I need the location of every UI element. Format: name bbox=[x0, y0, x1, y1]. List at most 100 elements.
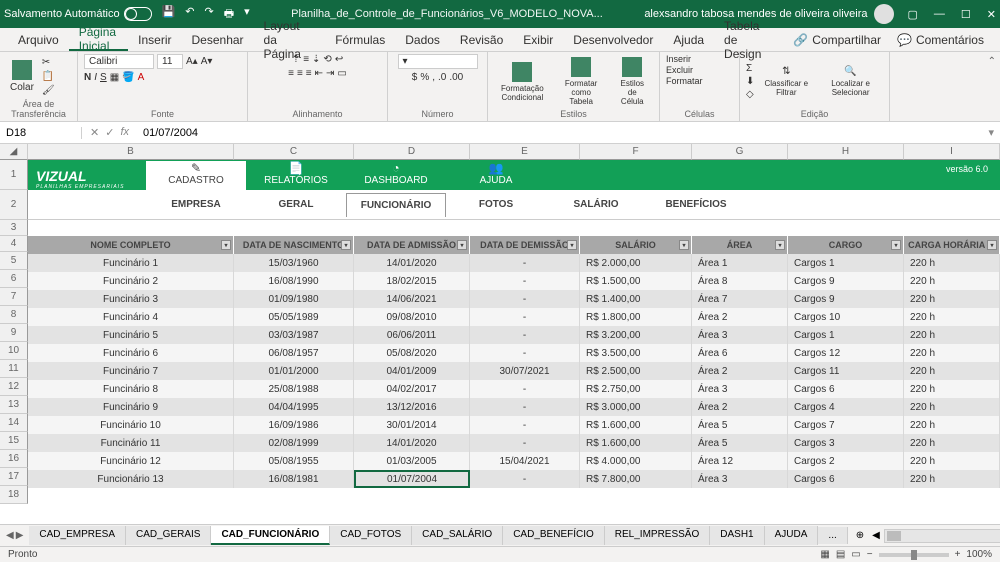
underline-icon[interactable]: S bbox=[100, 72, 107, 83]
cell-adm[interactable]: 01/03/2005 bbox=[354, 452, 470, 470]
table-row[interactable]: Funcinário 1016/09/198630/01/2014-R$ 1.6… bbox=[28, 416, 1000, 434]
cell-dem[interactable]: 30/07/2021 bbox=[470, 362, 580, 380]
cell-nome[interactable]: Funcinário 7 bbox=[28, 362, 234, 380]
table-row[interactable]: Funcinário 1205/08/195501/03/200515/04/2… bbox=[28, 452, 1000, 470]
wrap-text-icon[interactable]: ↩ bbox=[335, 54, 343, 65]
cell-dem[interactable]: - bbox=[470, 434, 580, 452]
ribbon-tab-exibir[interactable]: Exibir bbox=[513, 28, 563, 51]
cell-carga[interactable]: 220 h bbox=[904, 254, 1000, 272]
cell-nasc[interactable]: 05/08/1955 bbox=[234, 452, 354, 470]
cell-area[interactable]: Área 5 bbox=[692, 416, 788, 434]
cell-dem[interactable]: - bbox=[470, 344, 580, 362]
cell-nome[interactable]: Funcinário 1 bbox=[28, 254, 234, 272]
cell-carga[interactable]: 220 h bbox=[904, 326, 1000, 344]
cell-area[interactable]: Área 8 bbox=[692, 272, 788, 290]
cell-dem[interactable]: - bbox=[470, 470, 580, 488]
cell-adm[interactable]: 04/02/2017 bbox=[354, 380, 470, 398]
sheet-tab-cad_salário[interactable]: CAD_SALÁRIO bbox=[412, 526, 503, 545]
cells-delete-button[interactable]: Excluir bbox=[666, 65, 693, 75]
font-size-combo[interactable]: 11 bbox=[157, 54, 183, 69]
number-format-combo[interactable]: ▾ bbox=[398, 54, 478, 69]
align-bot-icon[interactable]: ⇣ bbox=[312, 54, 320, 65]
row-header-12[interactable]: 12 bbox=[0, 378, 28, 396]
cell-cargo[interactable]: Cargos 12 bbox=[788, 344, 904, 362]
cell-adm[interactable]: 18/02/2015 bbox=[354, 272, 470, 290]
table-row[interactable]: Funcinário 825/08/198804/02/2017-R$ 2.75… bbox=[28, 380, 1000, 398]
cond-format-button[interactable]: Formatação Condicional bbox=[494, 60, 551, 104]
autosave-toggle[interactable] bbox=[124, 7, 152, 21]
cell-cargo[interactable]: Cargos 9 bbox=[788, 290, 904, 308]
table-row[interactable]: Funcinário 405/05/198909/08/2010-R$ 1.80… bbox=[28, 308, 1000, 326]
cell-area[interactable]: Área 7 bbox=[692, 290, 788, 308]
row-header-15[interactable]: 15 bbox=[0, 432, 28, 450]
nav-tab-ajuda[interactable]: 👥AJUDA bbox=[446, 161, 546, 190]
cell-nasc[interactable]: 16/08/1990 bbox=[234, 272, 354, 290]
cell-carga[interactable]: 220 h bbox=[904, 452, 1000, 470]
ribbon-tab-página-inicial[interactable]: Página Inicial bbox=[69, 28, 128, 51]
cell-nome[interactable]: Funcinário 8 bbox=[28, 380, 234, 398]
paste-button[interactable]: Colar bbox=[6, 58, 38, 95]
merge-icon[interactable]: ▭ bbox=[337, 68, 346, 79]
cell-adm[interactable]: 01/07/2004 bbox=[354, 470, 470, 488]
autosum-icon[interactable]: Σ bbox=[746, 63, 754, 74]
fill-icon[interactable]: ⬇ bbox=[746, 76, 754, 87]
undo-icon[interactable]: ↶ bbox=[185, 5, 194, 24]
bold-icon[interactable]: N bbox=[84, 72, 91, 83]
table-row[interactable]: Funcionário 1316/08/198101/07/2004-R$ 7.… bbox=[28, 470, 1000, 488]
cell-cargo[interactable]: Cargos 3 bbox=[788, 434, 904, 452]
expand-fbar-icon[interactable]: ▾ bbox=[982, 126, 1000, 139]
cell-nasc[interactable]: 06/08/1957 bbox=[234, 344, 354, 362]
row-header-1[interactable]: 1 bbox=[0, 160, 28, 190]
col-header-D[interactable]: D bbox=[354, 144, 470, 160]
cell-carga[interactable]: 220 h bbox=[904, 272, 1000, 290]
ribbon-tab-ajuda[interactable]: Ajuda bbox=[663, 28, 714, 51]
cell-dem[interactable]: - bbox=[470, 380, 580, 398]
cell-adm[interactable]: 09/08/2010 bbox=[354, 308, 470, 326]
nav-tab-dashboard[interactable]: ◔DASHBOARD bbox=[346, 161, 446, 190]
cell-sal[interactable]: R$ 3.200,00 bbox=[580, 326, 692, 344]
clear-icon[interactable]: ◇ bbox=[746, 89, 754, 100]
percent-icon[interactable]: % bbox=[420, 72, 429, 83]
orientation-icon[interactable]: ⟲ bbox=[323, 54, 331, 65]
filter-icon[interactable]: ▾ bbox=[775, 240, 785, 250]
row-header-6[interactable]: 6 bbox=[0, 270, 28, 288]
row-header-16[interactable]: 16 bbox=[0, 450, 28, 468]
save-icon[interactable]: 💾 bbox=[162, 5, 176, 24]
cell-cargo[interactable]: Cargos 7 bbox=[788, 416, 904, 434]
align-top-icon[interactable]: ⇡ bbox=[292, 54, 300, 65]
sub-tab-salário[interactable]: SALÁRIO bbox=[546, 193, 646, 217]
table-row[interactable]: Funcinário 503/03/198706/06/2011-R$ 3.20… bbox=[28, 326, 1000, 344]
table-row[interactable]: Funcinário 606/08/195705/08/2020-R$ 3.50… bbox=[28, 344, 1000, 362]
cell-carga[interactable]: 220 h bbox=[904, 434, 1000, 452]
border-icon[interactable]: ▦ bbox=[110, 72, 119, 83]
cell-dem[interactable]: - bbox=[470, 326, 580, 344]
cell-nasc[interactable]: 05/05/1989 bbox=[234, 308, 354, 326]
align-mid-icon[interactable]: ≡ bbox=[303, 54, 309, 65]
ribbon-tab-fórmulas[interactable]: Fórmulas bbox=[325, 28, 395, 51]
view-normal-icon[interactable]: ▦ bbox=[820, 549, 829, 560]
cell-nome[interactable]: Funcinário 5 bbox=[28, 326, 234, 344]
filter-icon[interactable]: ▾ bbox=[567, 240, 577, 250]
filter-icon[interactable]: ▾ bbox=[457, 240, 467, 250]
redo-icon[interactable]: ↷ bbox=[205, 5, 214, 24]
col-data-de-demissão[interactable]: DATA DE DEMISSÃO▾ bbox=[470, 236, 580, 254]
cell-sal[interactable]: R$ 2.000,00 bbox=[580, 254, 692, 272]
cell-nome[interactable]: Funcinário 6 bbox=[28, 344, 234, 362]
col-header-I[interactable]: I bbox=[904, 144, 1000, 160]
cell-dem[interactable]: - bbox=[470, 308, 580, 326]
cell-dem[interactable]: 15/04/2021 bbox=[470, 452, 580, 470]
cell-carga[interactable]: 220 h bbox=[904, 290, 1000, 308]
cell-sal[interactable]: R$ 7.800,00 bbox=[580, 470, 692, 488]
cell-area[interactable]: Área 2 bbox=[692, 308, 788, 326]
cell-area[interactable]: Área 5 bbox=[692, 434, 788, 452]
cell-dem[interactable]: - bbox=[470, 254, 580, 272]
view-layout-icon[interactable]: ▤ bbox=[836, 549, 845, 560]
italic-icon[interactable]: I bbox=[94, 72, 97, 83]
row-header-2[interactable]: 2 bbox=[0, 190, 28, 220]
row-header-13[interactable]: 13 bbox=[0, 396, 28, 414]
cell-area[interactable]: Área 3 bbox=[692, 380, 788, 398]
cell-sal[interactable]: R$ 1.600,00 bbox=[580, 434, 692, 452]
cell-adm[interactable]: 14/06/2021 bbox=[354, 290, 470, 308]
col-nome-completo[interactable]: NOME COMPLETO▾ bbox=[28, 236, 234, 254]
cell-nasc[interactable]: 03/03/1987 bbox=[234, 326, 354, 344]
